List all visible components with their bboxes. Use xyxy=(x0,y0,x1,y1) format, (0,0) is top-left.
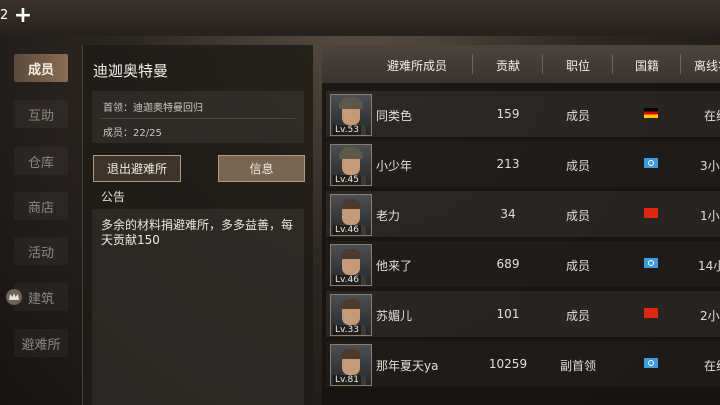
notice-label: 公告 xyxy=(101,190,126,204)
header-role: 职位 xyxy=(565,59,590,73)
avatar[interactable]: Lv.53 xyxy=(330,94,372,136)
notice-text: 多余的材料捐避难所，多多益善，每天贡献150 xyxy=(101,218,294,247)
avatar[interactable]: Lv.45 xyxy=(330,144,372,186)
table-row[interactable]: Lv.46 老力 34 成员 1小时 xyxy=(326,191,720,237)
side-nav: 成员 互助 仓库 商店 活动 建筑 避难所 xyxy=(0,45,82,405)
member-name: 他来了 xyxy=(376,259,413,273)
header-nationality: 国籍 xyxy=(634,59,659,73)
shelter-name: 迪迦奥特曼 xyxy=(93,62,169,80)
member-name: 苏媚儿 xyxy=(376,309,413,323)
nav-label: 建筑 xyxy=(27,291,54,307)
header-contribution: 贡献 xyxy=(495,59,520,73)
header-divider xyxy=(680,54,681,74)
offline-status: 2小时 xyxy=(700,309,720,323)
crown-icon xyxy=(6,289,22,305)
top-bar: 2 + xyxy=(0,0,720,36)
header-divider xyxy=(542,54,543,74)
level-badge: Lv.46 xyxy=(333,225,361,235)
header-offline: 离线状 xyxy=(694,59,720,73)
info-button[interactable]: 信息 xyxy=(218,155,305,182)
avatar[interactable]: Lv.33 xyxy=(330,294,372,336)
divider xyxy=(101,118,297,119)
nav-label: 成员 xyxy=(27,62,54,78)
flag-icon xyxy=(644,208,658,218)
level-badge: Lv.45 xyxy=(333,175,361,185)
role: 副首领 xyxy=(559,359,596,373)
offline-status: 14小 xyxy=(698,259,720,273)
leave-shelter-button[interactable]: 退出避难所 xyxy=(93,155,181,182)
nav-label: 互助 xyxy=(27,108,54,124)
shelter-info-panel: 迪迦奥特曼 首领：迪迦奥特曼回归 成员：22/25 退出避难所 信息 公告 多余… xyxy=(82,45,313,405)
nav-item-shop[interactable]: 商店 xyxy=(0,188,82,224)
nav-label: 商店 xyxy=(27,200,54,216)
nav-label: 仓库 xyxy=(27,155,54,171)
header-divider xyxy=(612,54,613,74)
contribution: 213 xyxy=(496,157,520,171)
member-name: 老力 xyxy=(376,209,401,223)
contribution: 34 xyxy=(500,207,516,221)
offline-status: 3小时 xyxy=(700,159,720,173)
resource-count: 2 xyxy=(0,8,9,23)
avatar[interactable]: Lv.46 xyxy=(330,244,372,286)
contribution: 689 xyxy=(496,257,520,271)
notice-box: 多余的材料捐避难所，多多益善，每天贡献150 xyxy=(92,209,304,405)
table-header: 避难所成员 贡献 职位 国籍 离线状 xyxy=(322,45,720,83)
role: 成员 xyxy=(565,159,590,173)
nav-item-mutual-aid[interactable]: 互助 xyxy=(0,96,82,132)
offline-status: 1小时 xyxy=(700,209,720,223)
table-row[interactable]: Lv.33 苏媚儿 101 成员 2小时 xyxy=(326,291,720,337)
flag-icon xyxy=(644,108,658,118)
contribution: 10259 xyxy=(488,357,528,371)
flag-icon xyxy=(644,258,658,268)
member-table: 避难所成员 贡献 职位 国籍 离线状 Lv.53 同类色 159 成员 在线 L… xyxy=(322,45,720,405)
member-name: 同类色 xyxy=(376,109,413,123)
level-badge: Lv.81 xyxy=(333,375,361,385)
header-divider xyxy=(472,54,473,74)
contribution: 101 xyxy=(496,307,520,321)
offline-status: 在线 xyxy=(704,109,720,123)
nav-item-events[interactable]: 活动 xyxy=(0,233,82,269)
flag-icon xyxy=(644,158,658,168)
header-members: 避难所成员 xyxy=(386,59,447,73)
table-row[interactable]: Lv.46 他来了 689 成员 14小 xyxy=(326,241,720,287)
role: 成员 xyxy=(565,259,590,273)
avatar[interactable]: Lv.81 xyxy=(330,344,372,386)
role: 成员 xyxy=(565,309,590,323)
nav-item-shelter[interactable]: 避难所 xyxy=(0,325,82,361)
table-row[interactable]: Lv.45 小少年 213 成员 3小时 xyxy=(326,141,720,187)
role: 成员 xyxy=(565,109,590,123)
role: 成员 xyxy=(565,209,590,223)
contribution: 159 xyxy=(496,107,520,121)
offline-status: 在线 xyxy=(704,359,720,373)
plus-icon[interactable]: + xyxy=(12,5,34,27)
nav-item-warehouse[interactable]: 仓库 xyxy=(0,143,82,179)
flag-icon xyxy=(644,358,658,368)
nav-item-buildings[interactable]: 建筑 xyxy=(0,279,82,315)
leader-line: 首领：迪迦奥特曼回归 xyxy=(103,103,203,114)
flag-icon xyxy=(644,308,658,318)
table-row[interactable]: Lv.81 那年夏天ya 10259 副首领 在线 xyxy=(326,341,720,387)
nav-label: 避难所 xyxy=(21,337,61,353)
level-badge: Lv.53 xyxy=(333,125,361,135)
member-name: 小少年 xyxy=(376,159,413,173)
member-name: 那年夏天ya xyxy=(376,359,439,373)
level-badge: Lv.46 xyxy=(333,275,361,285)
nav-item-members[interactable]: 成员 xyxy=(0,50,82,86)
shelter-stats-box: 首领：迪迦奥特曼回归 成员：22/25 xyxy=(92,91,304,143)
avatar[interactable]: Lv.46 xyxy=(330,194,372,236)
table-row[interactable]: Lv.53 同类色 159 成员 在线 xyxy=(326,91,720,137)
members-line: 成员：22/25 xyxy=(103,128,162,139)
level-badge: Lv.33 xyxy=(333,325,361,335)
nav-label: 活动 xyxy=(27,245,54,261)
